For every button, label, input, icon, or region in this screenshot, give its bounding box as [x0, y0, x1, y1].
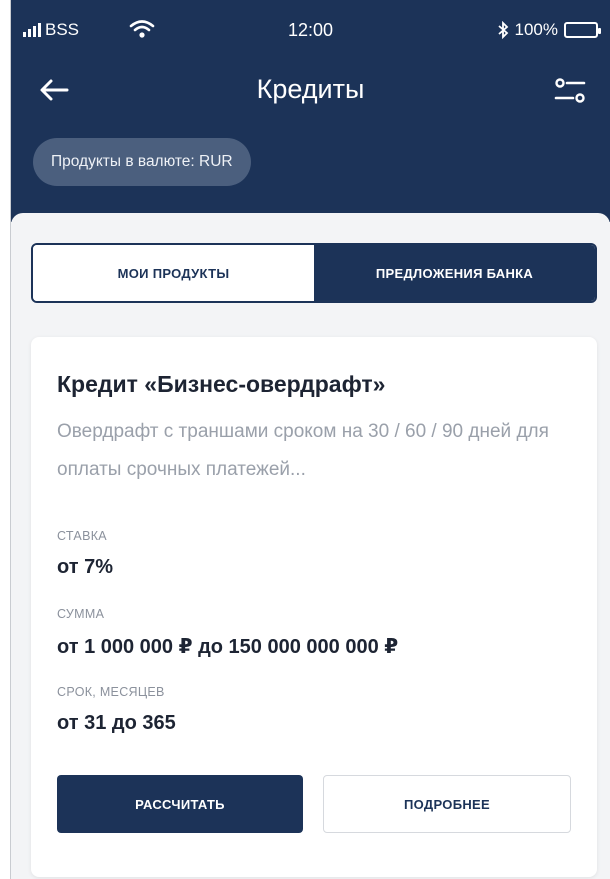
- battery-icon: [564, 22, 601, 38]
- bluetooth-icon: [497, 21, 508, 39]
- tab-bank-offers[interactable]: ПРЕДЛОЖЕНИЯ БАНКА: [314, 245, 595, 301]
- product-card[interactable]: Кредит «Бизнес-овердрафт» Овердрафт с тр…: [31, 337, 597, 877]
- app-header: BSS 12:00 100% Кредиты Продукты в валюте…: [11, 0, 610, 222]
- status-bar-right: 100%: [497, 20, 601, 40]
- rate-label: СТАВКА: [57, 529, 107, 543]
- tab-my-products[interactable]: МОИ ПРОДУКТЫ: [33, 245, 314, 301]
- page-title: Кредиты: [256, 74, 365, 104]
- content-sheet: МОИ ПРОДУКТЫ ПРЕДЛОЖЕНИЯ БАНКА Кредит «Б…: [11, 213, 610, 879]
- battery-percent: 100%: [514, 20, 558, 39]
- rate-value: от 7%: [57, 556, 113, 578]
- filter-sliders-icon[interactable]: [552, 74, 588, 108]
- product-title: Кредит «Бизнес-овердрафт»: [57, 371, 386, 397]
- product-description: Овердрафт с траншами сроком на 30 / 60 /…: [57, 421, 549, 480]
- calculate-button[interactable]: РАССЧИТАТЬ: [57, 775, 303, 833]
- products-segmented-control: МОИ ПРОДУКТЫ ПРЕДЛОЖЕНИЯ БАНКА: [31, 243, 597, 303]
- amount-label: СУММА: [57, 607, 105, 621]
- status-bar: BSS 12:00 100%: [11, 18, 610, 44]
- term-value: от 31 до 365: [57, 712, 176, 734]
- amount-value: от 1 000 000 ₽ до 150 000 000 000 ₽: [57, 636, 399, 658]
- currency-filter-chip[interactable]: Продукты в валюте: RUR: [33, 138, 251, 186]
- phone-screen: BSS 12:00 100% Кредиты Продукты в валюте…: [10, 0, 610, 879]
- details-button[interactable]: ПОДРОБНЕЕ: [323, 775, 571, 833]
- term-label: СРОК, МЕСЯЦЕВ: [57, 685, 165, 699]
